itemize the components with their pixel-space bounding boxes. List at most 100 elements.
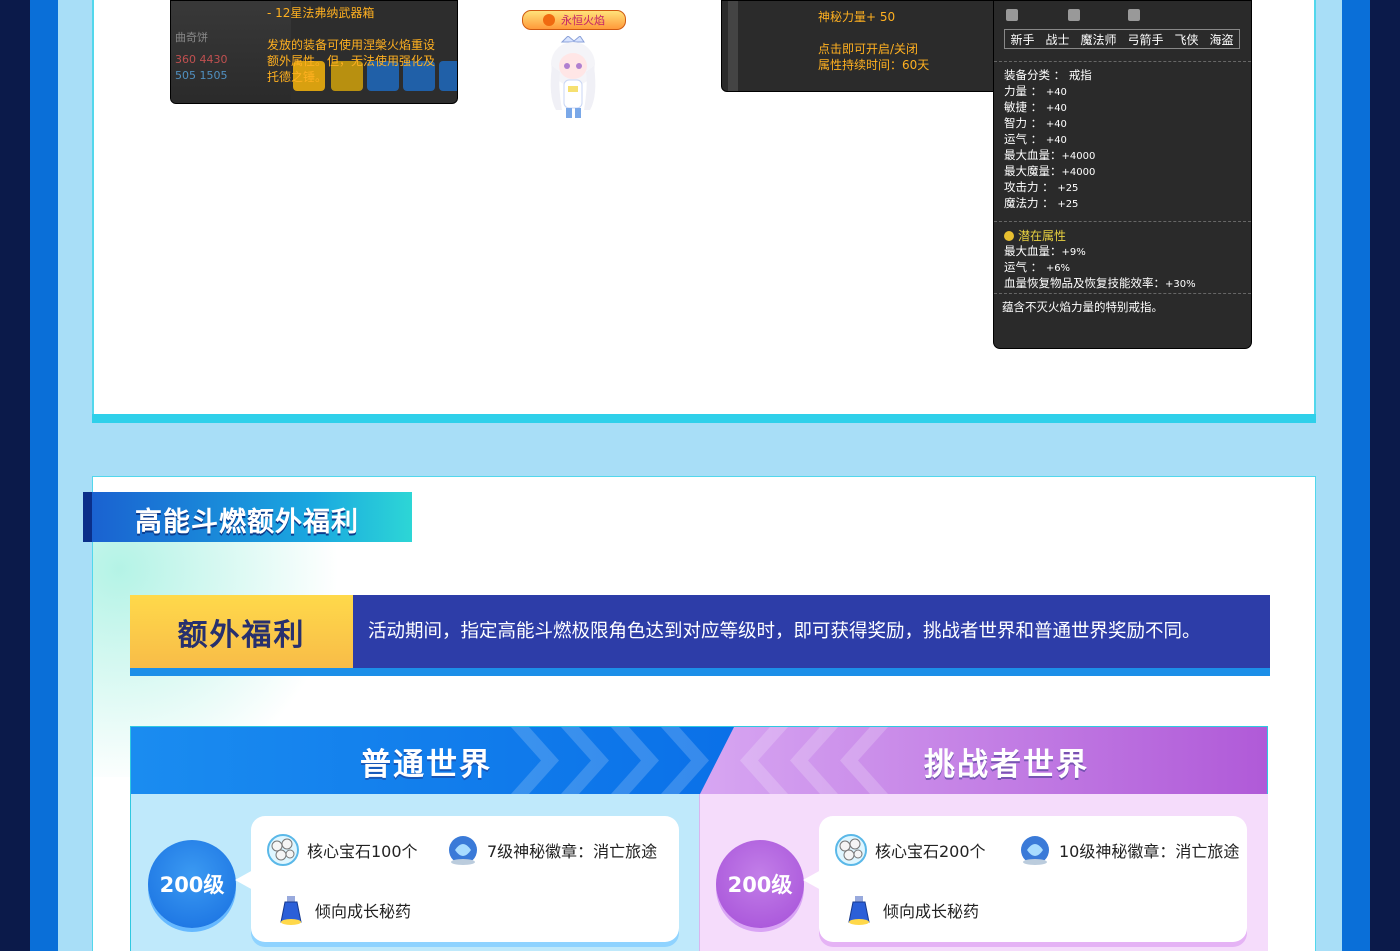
potion-icon: [280, 896, 302, 925]
ghost-row-2: 505 1505: [175, 69, 228, 82]
arcane-symbol-icon: [449, 836, 477, 865]
stat-value: +30%: [1165, 279, 1196, 290]
slot-icon-1: [1006, 9, 1018, 21]
job-pirate: 海盗: [1209, 32, 1234, 47]
tooltip-left-spacer: [267, 21, 451, 37]
tooltip-divider: [994, 61, 1251, 62]
reward-item: 核心宝石200个: [833, 832, 986, 868]
reward-item: 7级神秘徽章：消亡旅途: [445, 832, 657, 868]
ribbon-notch: [83, 492, 92, 542]
section-title: 高能斗燃额外福利: [135, 507, 359, 538]
potential-icon: [1004, 231, 1014, 241]
tooltip-left-line-2: 发放的装备可使用涅槃火焰重设: [267, 38, 436, 52]
tooltip-mid-line-2: 点击即可开启/关闭: [818, 42, 919, 56]
chevron-decor-icon: [661, 727, 709, 794]
category-value: 戒指: [1068, 68, 1092, 82]
eternal-flame-badge: 永恒火焰: [522, 10, 626, 30]
stat-value: +40: [1045, 119, 1067, 130]
arcane-symbol-icon: [1021, 836, 1049, 865]
stat-label: 最大魔量：: [1004, 164, 1062, 178]
stat-label: 运气 ：: [1004, 260, 1043, 274]
job-warrior: 战士: [1045, 32, 1070, 47]
job-thief: 飞侠: [1174, 32, 1199, 47]
top-panel-underline: [92, 414, 1316, 423]
job-restriction-row: 新手 战士 魔法师 弓箭手 飞侠 海盗: [1004, 29, 1240, 49]
ghost-row-1: 360 4430: [175, 53, 228, 66]
tooltip-divider: [994, 293, 1251, 294]
bonus-tag: 额外福利: [130, 595, 353, 668]
chevron-decor-icon: [840, 727, 888, 794]
core-gem-icon: [835, 834, 867, 866]
stat-label: 攻击力 ：: [1004, 180, 1054, 194]
bonus-info-bar: 额外福利 活动期间，指定高能斗燃极限角色达到对应等级时，即可获得奖励，挑战者世界…: [130, 595, 1270, 668]
core-gem-icon: [267, 834, 299, 866]
stat-label: 运气 ：: [1004, 132, 1043, 146]
reward-label: 7级神秘徽章：消亡旅途: [487, 842, 658, 861]
card-tail: [235, 870, 253, 890]
chevron-decor-icon: [790, 727, 838, 794]
normal-reward-card: 核心宝石100个 7级神秘徽章：消亡旅途 倾向成长秘药: [235, 816, 679, 942]
stat-value: +9%: [1061, 247, 1086, 258]
stat-label: 魔法力 ：: [1004, 196, 1054, 210]
stat-value: +40: [1045, 135, 1067, 146]
flame-icon: [543, 14, 555, 26]
stat-magic: 魔法力 ： +25: [1004, 195, 1078, 213]
reward-label: 倾向成长秘药: [883, 902, 980, 921]
reward-item: 10级神秘徽章：消亡旅途: [1017, 832, 1239, 868]
tooltip-mid-text: 神秘力量+ 50 点击即可开启/关闭 属性持续时间：60天: [818, 1, 929, 73]
equip-category: 装备分类 ： 戒指: [1004, 67, 1092, 83]
chevron-decor-icon: [511, 727, 559, 794]
job-archer: 弓箭手: [1127, 32, 1164, 47]
tooltip-left-line-1: - 12星法弗纳武器箱: [267, 6, 375, 20]
tooltip-mid-spacer: [818, 25, 929, 41]
outer-right-border: [1370, 0, 1400, 951]
reward-label: 10级神秘徽章：消亡旅途: [1059, 842, 1240, 861]
reward-label: 倾向成长秘药: [315, 902, 412, 921]
stat-label: 力量 ：: [1004, 84, 1043, 98]
tooltip-divider: [994, 221, 1251, 222]
stat-value: +40: [1045, 103, 1067, 114]
tooltip-left-text: - 12星法弗纳武器箱 发放的装备可使用涅槃火焰重设 额外属性。但，无法使用强化…: [267, 5, 451, 85]
tooltip-left-line-3: 额外属性。但，无法使用强化及: [267, 54, 436, 68]
challenge-reward-card: 核心宝石200个 10级神秘徽章：消亡旅途 倾向成长秘药: [803, 816, 1247, 942]
category-label: 装备分类 ：: [1004, 68, 1066, 82]
stat-value: +25: [1057, 183, 1079, 194]
slot-icon-2: [1068, 9, 1080, 21]
tooltip-mid-line-1: 神秘力量+ 50: [818, 10, 896, 24]
chevron-decor-icon: [611, 727, 659, 794]
chevron-decor-icon: [561, 727, 609, 794]
potential-recovery: 血量恢复物品及恢复技能效率：+30%: [1004, 275, 1196, 293]
reward-item: 倾向成长秘药: [273, 892, 411, 928]
stat-value: +6%: [1045, 263, 1071, 274]
tooltip-left-line-4: 托德之锤。: [267, 70, 328, 84]
stat-label: 最大血量：: [1004, 148, 1062, 162]
character-figure: 永恒火焰: [522, 6, 626, 126]
potion-icon: [848, 896, 870, 925]
normal-world-title: 普通世界: [360, 747, 492, 783]
chevron-decor-icon: [740, 727, 788, 794]
outer-left-border: [0, 0, 30, 951]
stat-label: 智力 ：: [1004, 116, 1043, 130]
slot-icon-3: [1128, 9, 1140, 21]
normal-level-badge: 200级: [148, 840, 236, 928]
potential-label: 潜在属性: [1018, 229, 1067, 243]
stat-label: 敏捷 ：: [1004, 100, 1043, 114]
tooltip-mid-line-3: 属性持续时间：60天: [818, 58, 930, 72]
ghost-name: 曲奇饼: [175, 31, 208, 44]
stat-label: 血量恢复物品及恢复技能效率：: [1004, 276, 1165, 290]
bonus-description: 活动期间，指定高能斗燃极限角色达到对应等级时，即可获得奖励，挑战者世界和普通世界…: [368, 621, 1201, 642]
challenge-world-title: 挑战者世界: [924, 747, 1089, 783]
card-tail: [803, 870, 821, 890]
item-tooltip-middle: 神秘力量+ 50 点击即可开启/关闭 属性持续时间：60天: [721, 0, 1013, 92]
stat-label: 最大血量：: [1004, 244, 1062, 258]
ring-description: 蕴含不灭火焰力量的特别戒指。: [1002, 300, 1163, 314]
stat-value: +4000: [1061, 167, 1096, 178]
potential-title: 潜在属性: [1004, 227, 1066, 244]
badge-label: 永恒火焰: [561, 14, 605, 27]
reward-item: 倾向成长秘药: [841, 892, 979, 928]
character-sprite-icon: [550, 36, 596, 118]
reward-label: 核心宝石200个: [875, 842, 986, 861]
section-title-ribbon: 高能斗燃额外福利: [83, 492, 412, 542]
reward-label: 核心宝石100个: [307, 842, 418, 861]
job-magician: 魔法师: [1080, 32, 1117, 47]
